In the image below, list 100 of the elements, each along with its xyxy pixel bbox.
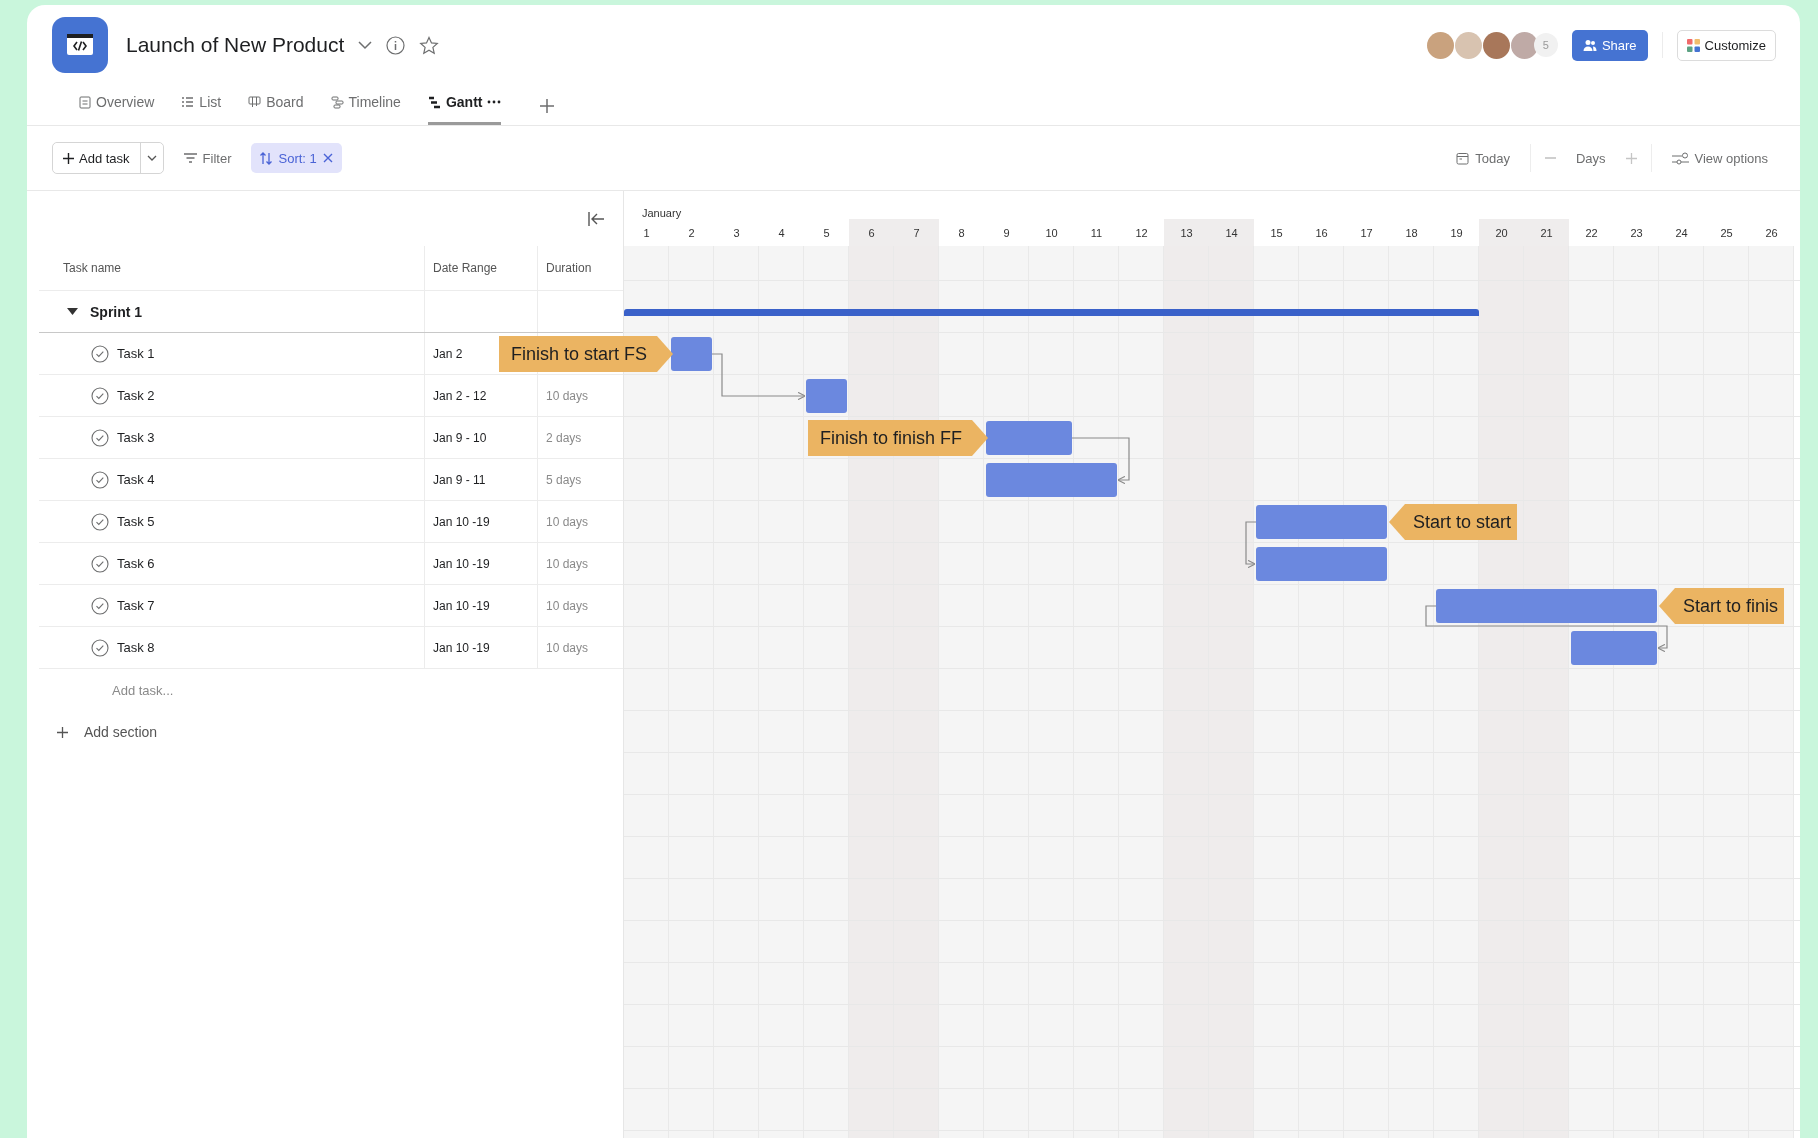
duration: 10 days bbox=[546, 388, 589, 403]
dependency-callout: Finish to finish FF bbox=[807, 420, 988, 456]
add-tab-icon[interactable] bbox=[540, 99, 555, 113]
dependency-callout: Start to start bbox=[1389, 504, 1518, 540]
sort-icon bbox=[260, 151, 273, 165]
day-label: 13 bbox=[1164, 219, 1209, 246]
more-icon[interactable] bbox=[487, 100, 502, 104]
task-name[interactable]: Task 7 bbox=[117, 598, 155, 613]
avatar[interactable] bbox=[1482, 31, 1510, 59]
section-name: Sprint 1 bbox=[90, 303, 143, 320]
star-icon[interactable] bbox=[419, 35, 440, 55]
task-name[interactable]: Task 2 bbox=[117, 388, 155, 403]
duration: 10 days bbox=[546, 598, 589, 613]
column-header[interactable]: Task name bbox=[63, 261, 122, 275]
task-name[interactable]: Task 8 bbox=[117, 640, 155, 655]
sort-chip[interactable]: Sort: 1 bbox=[251, 143, 342, 173]
duration: 10 days bbox=[546, 640, 589, 655]
day-label: 19 bbox=[1449, 225, 1464, 241]
task-name[interactable]: Task 1 bbox=[117, 346, 155, 361]
day-label: 23 bbox=[1629, 225, 1644, 241]
info-icon[interactable] bbox=[386, 35, 406, 55]
check-circle-icon[interactable] bbox=[91, 344, 109, 363]
date-range: Jan 10 -19 bbox=[433, 640, 490, 655]
list-icon bbox=[181, 96, 195, 108]
check-circle-icon[interactable] bbox=[91, 638, 109, 657]
task-name[interactable]: Task 3 bbox=[117, 430, 155, 445]
check-circle-icon[interactable] bbox=[91, 428, 109, 447]
calendar-icon bbox=[1456, 151, 1470, 165]
day-label: 22 bbox=[1584, 225, 1599, 241]
sliders-icon bbox=[1671, 151, 1689, 165]
check-circle-icon[interactable] bbox=[91, 512, 109, 531]
date-range: Jan 9 - 10 bbox=[433, 430, 487, 445]
day-label: 2 bbox=[687, 225, 696, 241]
date-range: Jan 9 - 11 bbox=[433, 472, 486, 487]
check-circle-icon[interactable] bbox=[91, 596, 109, 615]
day-label: 21 bbox=[1524, 219, 1569, 246]
day-label: 12 bbox=[1134, 225, 1149, 241]
view-tab[interactable]: Board bbox=[248, 94, 304, 125]
add-task-dropdown[interactable] bbox=[139, 143, 163, 173]
view-tab[interactable]: Timeline bbox=[330, 94, 401, 125]
customize-button[interactable]: Customize bbox=[1676, 29, 1776, 61]
day-label: 25 bbox=[1719, 225, 1734, 241]
board-icon bbox=[248, 96, 262, 108]
view-tab[interactable]: List bbox=[181, 94, 222, 125]
filter-button[interactable]: Filter bbox=[177, 143, 238, 173]
day-label: 16 bbox=[1314, 225, 1329, 241]
share-button[interactable]: Share bbox=[1571, 29, 1648, 61]
duration: 10 days bbox=[546, 514, 589, 529]
document-icon bbox=[79, 95, 91, 109]
date-range: Jan 2 - 12 bbox=[433, 388, 487, 403]
day-label: 6 bbox=[849, 219, 894, 246]
day-label: 18 bbox=[1404, 225, 1419, 241]
day-label: 1 bbox=[642, 225, 651, 241]
project-title: Launch of New Product bbox=[126, 33, 345, 57]
check-circle-icon[interactable] bbox=[91, 470, 109, 489]
view-options-button[interactable]: View options bbox=[1665, 143, 1774, 173]
view-tab[interactable]: Gantt bbox=[427, 94, 502, 125]
date-range: Jan 2 bbox=[433, 346, 463, 361]
timeline-icon bbox=[330, 95, 344, 109]
day-label: 17 bbox=[1359, 225, 1374, 241]
check-circle-icon[interactable] bbox=[91, 554, 109, 573]
avatar[interactable] bbox=[1426, 31, 1454, 59]
day-label: 3 bbox=[732, 225, 741, 241]
plus-icon bbox=[63, 152, 74, 164]
day-label: 11 bbox=[1089, 225, 1104, 241]
day-label: 10 bbox=[1044, 225, 1059, 241]
avatar[interactable] bbox=[1510, 31, 1538, 59]
task-name[interactable]: Task 6 bbox=[117, 556, 155, 571]
day-label: 15 bbox=[1269, 225, 1284, 241]
duration: 10 days bbox=[546, 556, 589, 571]
column-header[interactable]: Duration bbox=[546, 261, 592, 275]
check-circle-icon[interactable] bbox=[91, 386, 109, 405]
day-label: 14 bbox=[1209, 219, 1254, 246]
date-range: Jan 10 -19 bbox=[433, 598, 490, 613]
task-name[interactable]: Task 5 bbox=[117, 514, 155, 529]
duration: 2 days bbox=[546, 430, 582, 445]
add-section-button[interactable]: Add section bbox=[39, 711, 164, 753]
today-button[interactable]: Today bbox=[1450, 143, 1516, 173]
add-task-link[interactable]: Add task... bbox=[112, 682, 174, 698]
duration: 5 days bbox=[546, 472, 582, 487]
caret-icon[interactable] bbox=[67, 308, 78, 315]
day-label: 26 bbox=[1764, 225, 1779, 241]
task-name[interactable]: Task 4 bbox=[117, 472, 155, 487]
zoom-level: Days bbox=[1574, 149, 1607, 168]
gantt-icon bbox=[427, 95, 441, 109]
dependency-arrow bbox=[1245, 521, 1257, 569]
day-label: 9 bbox=[1002, 225, 1011, 241]
date-range: Jan 10 -19 bbox=[433, 556, 490, 571]
collapse-left-icon[interactable] bbox=[588, 211, 605, 226]
people-icon bbox=[1582, 38, 1597, 52]
chevron-down-icon[interactable] bbox=[358, 40, 373, 50]
plus-icon bbox=[57, 726, 68, 738]
view-tab[interactable]: Overview bbox=[79, 94, 155, 125]
close-icon[interactable] bbox=[322, 153, 333, 163]
code-window-icon bbox=[52, 17, 108, 73]
dependency-arrow bbox=[1071, 437, 1130, 485]
column-header[interactable]: Date Range bbox=[433, 261, 498, 275]
day-label: 7 bbox=[894, 219, 939, 246]
day-label: 5 bbox=[822, 225, 831, 241]
month-label: January bbox=[642, 207, 682, 219]
